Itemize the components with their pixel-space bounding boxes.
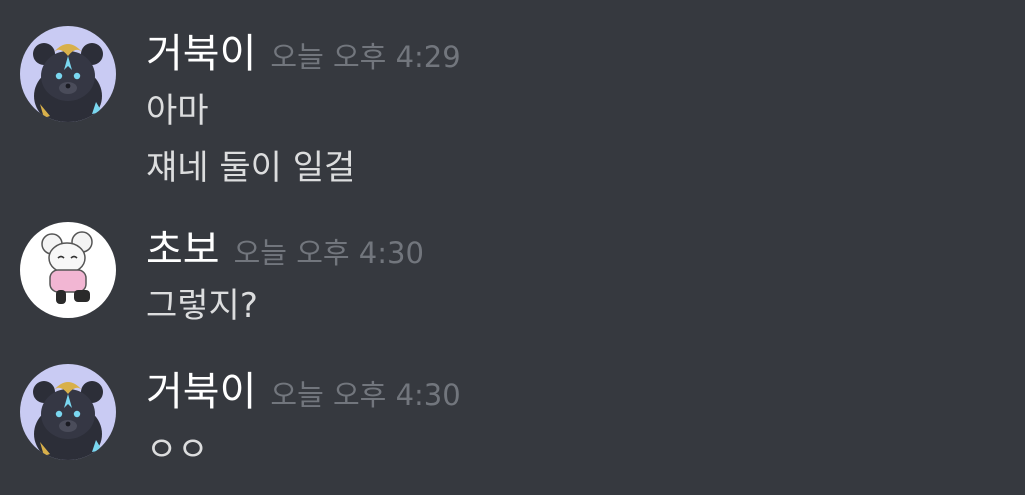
message-header: 초보 오늘 오후 4:30 bbox=[146, 222, 424, 282]
chat-message-list: 거북이 오늘 오후 4:29 아마 쟤네 둘이 일걸 초보 오늘 오후 4:30 그… bbox=[0, 0, 1025, 495]
message-text: 그렇지? bbox=[146, 286, 258, 326]
message-timestamp[interactable]: 오늘 오후 4:30 bbox=[234, 236, 424, 270]
white-mouse-avatar-icon[interactable] bbox=[20, 222, 116, 318]
message-timestamp[interactable]: 오늘 오후 4:29 bbox=[270, 40, 460, 74]
message-group: 초보 오늘 오후 4:30 그렇지? bbox=[0, 222, 1025, 332]
black-bear-avatar-icon[interactable] bbox=[20, 26, 116, 122]
black-bear-avatar-icon[interactable] bbox=[20, 364, 116, 460]
message-timestamp[interactable]: 오늘 오후 4:30 bbox=[270, 378, 460, 412]
author-username[interactable]: 초보 bbox=[146, 227, 220, 273]
author-username[interactable]: 거북이 bbox=[146, 31, 256, 77]
message-group: 거북이 오늘 오후 4:30 ㅇㅇ bbox=[0, 364, 1025, 474]
message-group: 거북이 오늘 오후 4:29 아마 쟤네 둘이 일걸 bbox=[0, 26, 1025, 196]
message-header: 거북이 오늘 오후 4:29 bbox=[146, 26, 461, 86]
message-header: 거북이 오늘 오후 4:30 bbox=[146, 364, 461, 424]
message-text: ㅇㅇ bbox=[146, 430, 209, 470]
author-username[interactable]: 거북이 bbox=[146, 369, 256, 415]
message-text: 쟤네 둘이 일걸 bbox=[146, 148, 356, 188]
message-text: 아마 bbox=[146, 91, 209, 131]
